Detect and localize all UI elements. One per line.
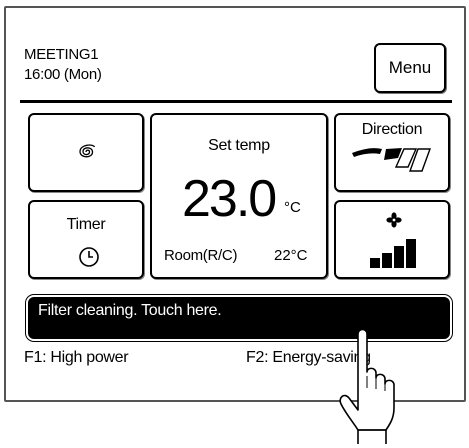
room-temp-value: 22°C	[274, 247, 308, 264]
set-temp-label: Set temp	[208, 137, 270, 154]
timer-button[interactable]: Timer	[28, 200, 144, 279]
hand-pointer-icon	[339, 328, 395, 444]
clock: 16:00 (Mon)	[24, 66, 102, 83]
fan-speed-bar-2	[382, 253, 392, 268]
menu-button[interactable]: Menu	[374, 43, 446, 93]
fan-icon	[386, 212, 402, 228]
room-temp-label: Room(R/C)	[164, 247, 238, 264]
direction-label: Direction	[361, 121, 423, 138]
direction-button[interactable]: Direction	[334, 113, 450, 192]
set-temp-value: 23.0	[182, 170, 277, 228]
swirl-icon	[79, 144, 96, 158]
filter-status-text: Filter cleaning. Touch here.	[38, 302, 222, 319]
louver-icon	[352, 148, 431, 172]
fan-speed-bar-1	[370, 258, 380, 268]
fan-speed-bar-3	[394, 246, 404, 268]
fan-speed-bars	[370, 239, 416, 268]
mode-button[interactable]	[28, 113, 144, 192]
timer-label: Timer	[66, 216, 106, 233]
fan-speed-bar-4	[406, 239, 416, 268]
fan-speed-button[interactable]	[334, 200, 450, 279]
set-temp-unit: °C	[284, 199, 301, 216]
f1-hint: F1: High power	[24, 349, 129, 366]
header-divider	[20, 100, 452, 103]
set-temp-panel[interactable]: Set temp 23.0 °C Room(R/C) 22°C	[150, 113, 328, 279]
room-name: MEETING1	[24, 46, 99, 63]
clock-icon	[79, 247, 99, 267]
